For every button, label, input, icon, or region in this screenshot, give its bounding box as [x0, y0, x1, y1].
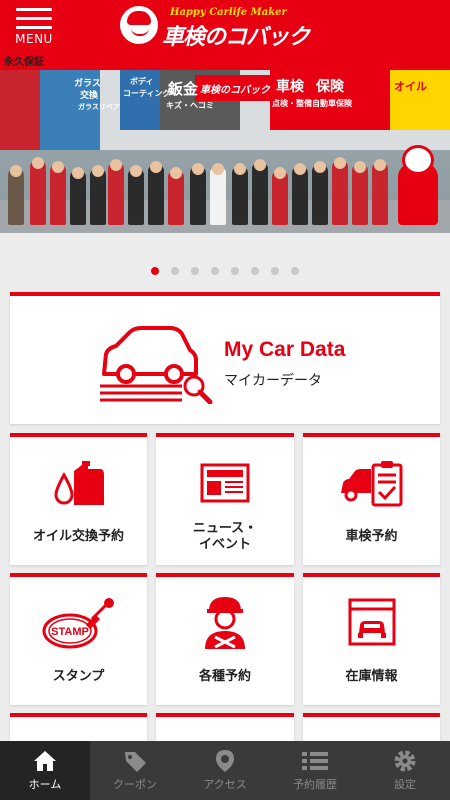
- map-pin-icon: [216, 750, 234, 772]
- nav-reservation-history[interactable]: 予約履歴: [270, 741, 360, 800]
- my-car-data-button[interactable]: My Car Data マイカーデータ: [10, 292, 440, 424]
- slider-dot[interactable]: [271, 267, 279, 275]
- staff-group-photo: [0, 145, 450, 233]
- menu-label: MENU: [15, 32, 53, 46]
- nav-coupon-label: クーポン: [113, 778, 157, 791]
- sign-text: 永久保証: [4, 57, 44, 68]
- my-car-title: My Car Data: [224, 338, 346, 361]
- sign-text: 車検のコバック: [200, 85, 270, 96]
- garage-icon: [348, 598, 396, 646]
- app-header: MENU Happy Carlife Maker 車検のコバック: [0, 0, 450, 50]
- nav-access[interactable]: アクセス: [180, 741, 270, 800]
- oil-change-label: オイル交換予約: [32, 529, 124, 544]
- car-search-icon: [100, 326, 213, 404]
- inventory-label: 在庫情報: [345, 669, 398, 684]
- list-icon: [302, 752, 328, 770]
- sign-text: 自動車保険: [312, 99, 352, 108]
- slider-dot[interactable]: [231, 267, 239, 275]
- mascot-icon: [120, 6, 158, 44]
- tag-icon: [125, 752, 146, 772]
- nav-settings-label: 設定: [394, 778, 416, 791]
- sign-text: 点検・整備: [272, 99, 312, 108]
- slider-dot[interactable]: [151, 267, 159, 275]
- shaken-reservation-label: 車検予約: [345, 529, 398, 544]
- shop-signs: 永久保証 ガラス 交換 ボディ コーティング ガラスリペア 鈑金 キズ・ヘコミ …: [0, 50, 450, 150]
- shaken-reservation-button[interactable]: 車検予約: [303, 433, 440, 565]
- slider-dot[interactable]: [171, 267, 179, 275]
- mechanic-icon: [205, 597, 245, 649]
- nav-settings[interactable]: 設定: [360, 741, 450, 800]
- sign-text: 鈑金: [168, 80, 199, 98]
- gear-icon: [394, 750, 416, 772]
- sign-text: 保険: [316, 79, 344, 95]
- nav-access-label: アクセス: [203, 778, 247, 791]
- news-events-label-line1: ニュース・: [192, 521, 258, 536]
- nav-home[interactable]: ホーム: [0, 741, 90, 800]
- stamp-label: スタンプ: [52, 669, 105, 684]
- stamp-icon: STAMP: [42, 598, 114, 649]
- nav-home-label: ホーム: [28, 778, 62, 791]
- svg-text:STAMP: STAMP: [51, 626, 89, 638]
- sign-text: 交換: [80, 91, 99, 101]
- logo-tagline: Happy Carlife Maker: [170, 7, 287, 18]
- news-events-label-line2: イベント: [198, 537, 251, 552]
- sign-text: オイル: [394, 80, 427, 93]
- nav-reservation-history-label: 予約履歴: [293, 778, 337, 791]
- car-checklist-icon: [341, 461, 403, 507]
- sign-text: ガラスリペア: [78, 103, 120, 111]
- news-events-label: ニュース・ イベント: [156, 521, 294, 553]
- slider-dot[interactable]: [291, 267, 299, 275]
- hero-banner[interactable]: 永久保証 ガラス 交換 ボディ コーティング ガラスリペア 鈑金 キズ・ヘコミ …: [0, 50, 450, 233]
- slider-pagination: [0, 267, 450, 277]
- slider-dot[interactable]: [191, 267, 199, 275]
- kobac-logo: Happy Carlife Maker 車検のコバック: [120, 4, 335, 50]
- menu-button[interactable]: MENU: [8, 6, 60, 48]
- sign-text: ボディ: [130, 77, 154, 86]
- hamburger-icon: [16, 8, 52, 29]
- sign-text: コーティング: [123, 89, 171, 98]
- various-reservations-label: 各種予約: [198, 669, 251, 684]
- nav-coupon[interactable]: クーポン: [90, 741, 180, 800]
- slider-dot[interactable]: [251, 267, 259, 275]
- stamp-button[interactable]: STAMP スタンプ: [10, 573, 147, 705]
- logo-name: 車検のコバック: [162, 25, 310, 50]
- home-icon: [34, 751, 56, 771]
- newspaper-icon: [200, 463, 250, 503]
- oil-icon: [54, 461, 104, 505]
- news-events-button[interactable]: ニュース・ イベント: [156, 433, 294, 565]
- inventory-button[interactable]: 在庫情報: [303, 573, 440, 705]
- my-car-subtitle: マイカーデータ: [224, 373, 322, 389]
- sign-text: キズ・ヘコミ: [166, 101, 214, 110]
- sign-text: 車検: [276, 79, 304, 95]
- slider-dot[interactable]: [211, 267, 219, 275]
- bottom-navigation: ホーム クーポン アクセス 予約履歴 設定: [0, 741, 450, 800]
- various-reservations-button[interactable]: 各種予約: [156, 573, 294, 705]
- oil-change-reservation-button[interactable]: オイル交換予約: [10, 433, 147, 565]
